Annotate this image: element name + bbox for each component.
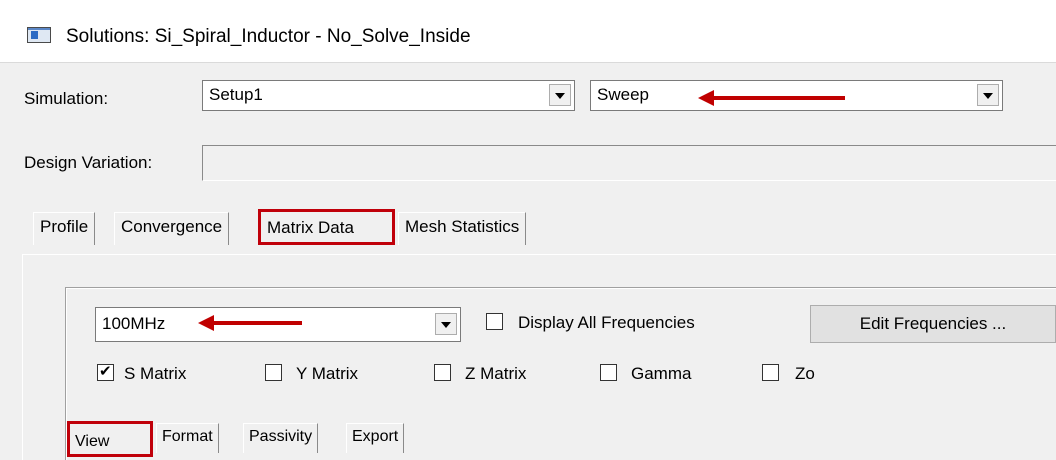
chevron-down-icon[interactable] xyxy=(435,313,457,335)
s-matrix-label: S Matrix xyxy=(124,364,187,383)
design-variation-label: Design Variation: xyxy=(24,153,153,172)
subtab-format[interactable]: Format xyxy=(156,423,219,453)
subtab-export[interactable]: Export xyxy=(346,423,405,453)
window-icon xyxy=(27,27,51,43)
tab-matrix-data[interactable]: Matrix Data xyxy=(258,209,395,245)
annotation-arrow xyxy=(698,90,845,106)
display-all-frequencies-label: Display All Frequencies xyxy=(518,313,695,332)
y-matrix-checkbox[interactable] xyxy=(265,364,282,381)
chevron-down-icon[interactable] xyxy=(977,84,999,106)
y-matrix-label: Y Matrix xyxy=(296,364,359,383)
setup-value: Setup1 xyxy=(209,85,263,104)
groupbox-highlight xyxy=(65,288,1056,289)
gamma-checkbox[interactable] xyxy=(600,364,617,381)
annotation-arrow xyxy=(198,315,302,331)
window-title: Solutions: Si_Spiral_Inductor - No_Solve… xyxy=(66,26,471,47)
tab-panel-border-left xyxy=(22,254,23,460)
z-matrix-label: Z Matrix xyxy=(465,364,527,383)
title-divider xyxy=(0,62,1056,63)
frequency-value: 100MHz xyxy=(102,314,166,333)
tab-panel-border xyxy=(22,254,1056,255)
gamma-label: Gamma xyxy=(631,364,692,383)
tab-convergence[interactable]: Convergence xyxy=(114,212,230,245)
subtab-view[interactable]: View xyxy=(67,421,153,457)
setup-dropdown[interactable]: Setup1 xyxy=(202,80,575,111)
simulation-label: Simulation: xyxy=(24,89,109,108)
title-bar: Solutions: Si_Spiral_Inductor - No_Solve… xyxy=(0,0,1056,62)
chevron-down-icon[interactable] xyxy=(549,84,571,106)
sweep-value: Sweep xyxy=(597,85,649,104)
display-all-frequencies-checkbox[interactable] xyxy=(486,313,503,330)
s-matrix-checkbox[interactable] xyxy=(97,362,114,381)
tab-mesh-statistics[interactable]: Mesh Statistics xyxy=(398,212,527,245)
tab-profile[interactable]: Profile xyxy=(33,212,96,245)
edit-frequencies-button[interactable]: Edit Frequencies ... xyxy=(810,305,1056,343)
zo-checkbox[interactable] xyxy=(762,364,779,381)
z-matrix-checkbox[interactable] xyxy=(434,364,451,381)
subtab-passivity[interactable]: Passivity xyxy=(243,423,319,453)
design-variation-field xyxy=(202,145,1056,181)
zo-label: Zo xyxy=(795,364,815,383)
